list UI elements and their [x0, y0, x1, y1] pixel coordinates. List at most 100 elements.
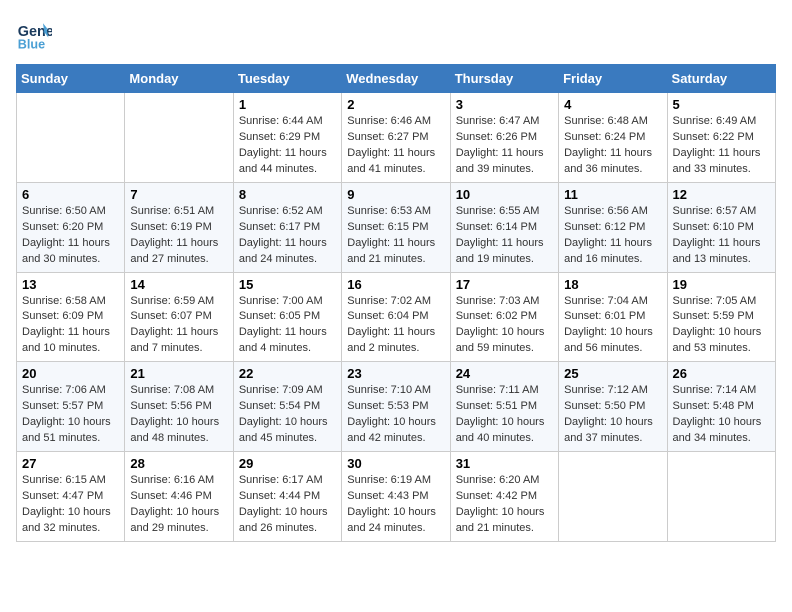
- calendar-cell: 1 Sunrise: 6:44 AMSunset: 6:29 PMDaylight…: [233, 93, 341, 183]
- calendar-cell: [17, 93, 125, 183]
- day-info: Sunrise: 7:11 AMSunset: 5:51 PMDaylight:…: [456, 383, 553, 447]
- day-number: 9: [347, 187, 444, 202]
- calendar-cell: 7Sunrise: 6:51 AMSunset: 6:19 PMDaylight…: [125, 182, 233, 272]
- day-number: 18: [564, 277, 661, 292]
- calendar-week-row: 27 Sunrise: 6:15 AMSunset: 4:47 PMDayligh…: [17, 452, 776, 542]
- header-row: SundayMondayTuesdayWednesdayThursdayFrid…: [17, 65, 776, 93]
- calendar-week-row: 1 Sunrise: 6:44 AMSunset: 6:29 PMDaylight…: [17, 93, 776, 183]
- day-info: Sunrise: 7:05 AMSunset: 5:59 PMDaylight:…: [673, 294, 770, 358]
- calendar-table: SundayMondayTuesdayWednesdayThursdayFrid…: [16, 64, 776, 542]
- calendar-cell: 8 Sunrise: 6:52 AMSunset: 6:17 PMDaylight…: [233, 182, 341, 272]
- calendar-cell: 26Sunrise: 7:14 AMSunset: 5:48 PMDayligh…: [667, 362, 775, 452]
- day-info: Sunrise: 6:20 AMSunset: 4:42 PMDaylight:…: [456, 473, 553, 537]
- calendar-week-row: 6 Sunrise: 6:50 AMSunset: 6:20 PMDaylight…: [17, 182, 776, 272]
- day-info: Sunrise: 6:47 AMSunset: 6:26 PMDaylight:…: [456, 114, 553, 178]
- day-info: Sunrise: 7:03 AMSunset: 6:02 PMDaylight:…: [456, 294, 553, 358]
- day-number: 27: [22, 456, 119, 471]
- day-info: Sunrise: 7:08 AMSunset: 5:56 PMDaylight:…: [130, 383, 227, 447]
- day-info: Sunrise: 7:14 AMSunset: 5:48 PMDaylight:…: [673, 383, 770, 447]
- calendar-cell: 16Sunrise: 7:02 AMSunset: 6:04 PMDayligh…: [342, 272, 450, 362]
- calendar-cell: 15 Sunrise: 7:00 AMSunset: 6:05 PMDayligh…: [233, 272, 341, 362]
- day-info: Sunrise: 6:53 AMSunset: 6:15 PMDaylight:…: [347, 204, 444, 268]
- day-number: 21: [130, 366, 227, 381]
- day-number: 12: [673, 187, 770, 202]
- calendar-cell: 11 Sunrise: 6:56 AMSunset: 6:12 PMDayligh…: [559, 182, 667, 272]
- calendar-week-row: 20 Sunrise: 7:06 AMSunset: 5:57 PMDayligh…: [17, 362, 776, 452]
- calendar-cell: 19 Sunrise: 7:05 AMSunset: 5:59 PMDayligh…: [667, 272, 775, 362]
- day-info: Sunrise: 6:49 AMSunset: 6:22 PMDaylight:…: [673, 114, 770, 178]
- day-info: Sunrise: 7:09 AMSunset: 5:54 PMDaylight:…: [239, 383, 336, 447]
- day-info: Sunrise: 7:04 AMSunset: 6:01 PMDaylight:…: [564, 294, 661, 358]
- day-number: 25: [564, 366, 661, 381]
- day-info: Sunrise: 6:16 AMSunset: 4:46 PMDaylight:…: [130, 473, 227, 537]
- day-number: 30: [347, 456, 444, 471]
- day-info: Sunrise: 6:59 AMSunset: 6:07 PMDaylight:…: [130, 294, 227, 358]
- calendar-cell: 31 Sunrise: 6:20 AMSunset: 4:42 PMDayligh…: [450, 452, 558, 542]
- day-number: 8: [239, 187, 336, 202]
- calendar-cell: 22 Sunrise: 7:09 AMSunset: 5:54 PMDayligh…: [233, 362, 341, 452]
- calendar-cell: 17Sunrise: 7:03 AMSunset: 6:02 PMDayligh…: [450, 272, 558, 362]
- day-info: Sunrise: 6:56 AMSunset: 6:12 PMDaylight:…: [564, 204, 661, 268]
- day-info: Sunrise: 7:06 AMSunset: 5:57 PMDaylight:…: [22, 383, 119, 447]
- day-number: 31: [456, 456, 553, 471]
- day-info: Sunrise: 6:52 AMSunset: 6:17 PMDaylight:…: [239, 204, 336, 268]
- day-number: 15: [239, 277, 336, 292]
- day-info: Sunrise: 6:51 AMSunset: 6:19 PMDaylight:…: [130, 204, 227, 268]
- day-header-tuesday: Tuesday: [233, 65, 341, 93]
- day-info: Sunrise: 6:57 AMSunset: 6:10 PMDaylight:…: [673, 204, 770, 268]
- calendar-cell: 23 Sunrise: 7:10 AMSunset: 5:53 PMDayligh…: [342, 362, 450, 452]
- calendar-cell: 21 Sunrise: 7:08 AMSunset: 5:56 PMDayligh…: [125, 362, 233, 452]
- day-number: 23: [347, 366, 444, 381]
- day-header-wednesday: Wednesday: [342, 65, 450, 93]
- calendar-cell: 14Sunrise: 6:59 AMSunset: 6:07 PMDayligh…: [125, 272, 233, 362]
- calendar-cell: 28Sunrise: 6:16 AMSunset: 4:46 PMDayligh…: [125, 452, 233, 542]
- day-number: 19: [673, 277, 770, 292]
- page-header: General Blue: [16, 16, 776, 52]
- calendar-cell: 2 Sunrise: 6:46 AMSunset: 6:27 PMDaylight…: [342, 93, 450, 183]
- day-info: Sunrise: 6:48 AMSunset: 6:24 PMDaylight:…: [564, 114, 661, 178]
- day-info: Sunrise: 7:10 AMSunset: 5:53 PMDaylight:…: [347, 383, 444, 447]
- calendar-cell: 10Sunrise: 6:55 AMSunset: 6:14 PMDayligh…: [450, 182, 558, 272]
- day-number: 6: [22, 187, 119, 202]
- day-info: Sunrise: 7:00 AMSunset: 6:05 PMDaylight:…: [239, 294, 336, 358]
- day-info: Sunrise: 6:19 AMSunset: 4:43 PMDaylight:…: [347, 473, 444, 537]
- logo: General Blue: [16, 16, 52, 52]
- calendar-cell: 12 Sunrise: 6:57 AMSunset: 6:10 PMDayligh…: [667, 182, 775, 272]
- day-number: 16: [347, 277, 444, 292]
- day-number: 24: [456, 366, 553, 381]
- day-number: 1: [239, 97, 336, 112]
- day-info: Sunrise: 7:12 AMSunset: 5:50 PMDaylight:…: [564, 383, 661, 447]
- day-info: Sunrise: 6:44 AMSunset: 6:29 PMDaylight:…: [239, 114, 336, 178]
- day-header-sunday: Sunday: [17, 65, 125, 93]
- day-number: 5: [673, 97, 770, 112]
- calendar-cell: 30 Sunrise: 6:19 AMSunset: 4:43 PMDayligh…: [342, 452, 450, 542]
- calendar-cell: 13 Sunrise: 6:58 AMSunset: 6:09 PMDayligh…: [17, 272, 125, 362]
- calendar-cell: 6 Sunrise: 6:50 AMSunset: 6:20 PMDaylight…: [17, 182, 125, 272]
- day-number: 13: [22, 277, 119, 292]
- day-number: 2: [347, 97, 444, 112]
- day-info: Sunrise: 6:55 AMSunset: 6:14 PMDaylight:…: [456, 204, 553, 268]
- day-info: Sunrise: 6:15 AMSunset: 4:47 PMDaylight:…: [22, 473, 119, 537]
- calendar-cell: 20 Sunrise: 7:06 AMSunset: 5:57 PMDayligh…: [17, 362, 125, 452]
- day-header-monday: Monday: [125, 65, 233, 93]
- logo-icon: General Blue: [16, 16, 52, 52]
- day-info: Sunrise: 6:50 AMSunset: 6:20 PMDaylight:…: [22, 204, 119, 268]
- day-number: 20: [22, 366, 119, 381]
- day-header-thursday: Thursday: [450, 65, 558, 93]
- day-number: 4: [564, 97, 661, 112]
- calendar-cell: [559, 452, 667, 542]
- day-header-saturday: Saturday: [667, 65, 775, 93]
- calendar-cell: 24 Sunrise: 7:11 AMSunset: 5:51 PMDayligh…: [450, 362, 558, 452]
- calendar-cell: 5 Sunrise: 6:49 AMSunset: 6:22 PMDaylight…: [667, 93, 775, 183]
- calendar-cell: [125, 93, 233, 183]
- calendar-cell: 18 Sunrise: 7:04 AMSunset: 6:01 PMDayligh…: [559, 272, 667, 362]
- day-info: Sunrise: 6:46 AMSunset: 6:27 PMDaylight:…: [347, 114, 444, 178]
- calendar-cell: [667, 452, 775, 542]
- day-number: 11: [564, 187, 661, 202]
- calendar-week-row: 13 Sunrise: 6:58 AMSunset: 6:09 PMDayligh…: [17, 272, 776, 362]
- day-number: 22: [239, 366, 336, 381]
- day-info: Sunrise: 6:58 AMSunset: 6:09 PMDaylight:…: [22, 294, 119, 358]
- calendar-cell: 27 Sunrise: 6:15 AMSunset: 4:47 PMDayligh…: [17, 452, 125, 542]
- day-number: 29: [239, 456, 336, 471]
- day-info: Sunrise: 6:17 AMSunset: 4:44 PMDaylight:…: [239, 473, 336, 537]
